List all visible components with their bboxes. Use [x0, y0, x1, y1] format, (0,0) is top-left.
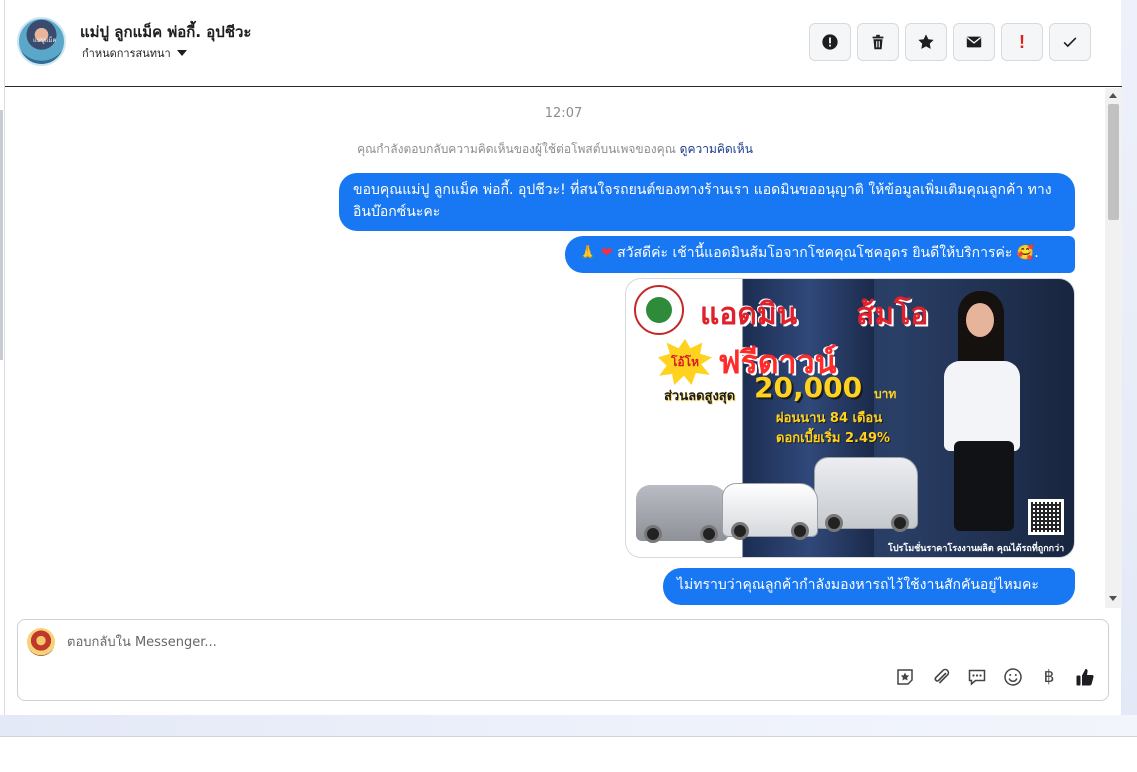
avatar-label: แม่ปูแม็ค	[33, 37, 57, 44]
paperclip-icon	[934, 668, 950, 684]
message-list[interactable]: 12:07 คุณกำลังตอบกลับความคิดเห็นของผู้ใช…	[5, 88, 1122, 608]
promo-interest: ดอกเบี้ยเริ่ม 2.49%	[776, 431, 891, 446]
reply-notice: คุณกำลังตอบกลับความคิดเห็นของผู้ใช้ต่อโพ…	[5, 140, 1105, 159]
emoji-icon	[1004, 668, 1022, 686]
promo-person-graphic	[926, 291, 1036, 541]
star-button[interactable]	[905, 23, 947, 61]
sticker-star-icon	[897, 669, 913, 685]
promo-currency: บาท	[874, 387, 897, 401]
message-bubble[interactable]: 🙏 ❤ สวัสดีค่ะ เช้านี้แอดมินส้มโอจากโชคคุ…	[565, 236, 1075, 273]
attach-button[interactable]	[930, 666, 952, 688]
check-icon	[1063, 37, 1077, 48]
heart-emoji: ❤	[600, 245, 613, 261]
saved-replies-button[interactable]	[966, 666, 988, 688]
mark-done-button[interactable]	[1049, 23, 1091, 61]
contact-name[interactable]: แม่ปู ลูกแม็ค พ่อกี้. อุปชีวะ	[80, 20, 251, 44]
reply-input[interactable]	[67, 633, 767, 651]
reply-composer: ฿	[17, 619, 1109, 701]
promo-title-right: ส้มโอ	[856, 297, 929, 332]
promo-amount: 20,000	[754, 371, 863, 404]
assign-conversation-dropdown[interactable]: กำหนดการสนทนา	[82, 44, 187, 62]
caret-down-icon	[176, 50, 187, 56]
scroll-up-arrow[interactable]	[1109, 93, 1117, 98]
message-text: ไม่ทราบว่าคุณลูกค้ากำลังมองหารถไว้ใช้งาน…	[677, 577, 1039, 593]
conversation-panel: แม่ปูแม็ค แม่ปู ลูกแม็ค พ่อกี้. อุปชีวะ …	[4, 0, 1122, 715]
trash-icon	[872, 34, 884, 50]
promo-installment: ผ่อนนาน 84 เดือน	[776, 411, 883, 426]
sticker-button[interactable]	[894, 666, 916, 688]
window-edge	[0, 110, 3, 360]
page-avatar	[27, 628, 55, 656]
promo-image-attachment[interactable]: แอดมิน ส้มโอ โอ้โห ฟรีดาวน์ ส่วนลดสูงสุด…	[625, 278, 1075, 558]
like-button[interactable]	[1074, 666, 1096, 688]
scrollbar-thumb[interactable]	[1108, 104, 1119, 220]
promo-title-left: แอดมิน	[700, 297, 798, 332]
exclamation-icon: !	[1019, 31, 1025, 52]
message-text: ขอบคุณแม่ปู ลูกแม็ค พ่อกี้. อุปชีวะ! ที่…	[353, 182, 1052, 220]
spam-icon	[822, 34, 838, 50]
mail-icon	[966, 36, 982, 48]
qr-code	[1028, 499, 1064, 535]
emoji-button[interactable]	[1002, 666, 1024, 688]
truck-graphic	[814, 457, 918, 532]
delete-button[interactable]	[857, 23, 899, 61]
promo-discount-label: ส่วนลดสูงสุด	[664, 389, 736, 404]
baht-icon: ฿	[1043, 667, 1055, 687]
dealer-logo	[634, 285, 684, 335]
notice-text: คุณกำลังตอบกลับความคิดเห็นของผู้ใช้ต่อโพ…	[357, 142, 676, 156]
promo-footer: โปรโมชั่นราคาโรงงานผลิต คุณได้รถที่ถูกกว…	[888, 544, 1065, 554]
conversation-header: แม่ปูแม็ค แม่ปู ลูกแม็ค พ่อกี้. อุปชีวะ …	[5, 0, 1122, 87]
thumbs-up-icon	[1076, 669, 1094, 686]
mark-unread-button[interactable]	[953, 23, 995, 61]
follow-up-button[interactable]: !	[1001, 23, 1043, 61]
saved-reply-icon	[968, 669, 986, 686]
pray-emoji: 🙏	[579, 245, 597, 261]
star-icon	[918, 34, 934, 49]
message-timestamp: 12:07	[544, 106, 583, 121]
pickup-graphic	[722, 483, 818, 540]
message-text: สวัสดีค่ะ เช้านี้แอดมินส้มโอจากโชคคุณโชค…	[617, 245, 1039, 261]
avatar[interactable]: แม่ปูแม็ค	[17, 17, 66, 66]
car-graphic	[636, 485, 728, 543]
composer-tools: ฿	[894, 666, 1096, 688]
mark-spam-button[interactable]	[809, 23, 851, 61]
view-comment-link[interactable]: ดูความคิดเห็น	[680, 142, 753, 156]
promo-burst: โอ้โห	[658, 339, 712, 385]
message-bubble[interactable]: ขอบคุณแม่ปู ลูกแม็ค พ่อกี้. อุปชีวะ! ที่…	[339, 173, 1075, 231]
message-bubble[interactable]: ไม่ทราบว่าคุณลูกค้ากำลังมองหารถไว้ใช้งาน…	[663, 568, 1075, 605]
header-actions: !	[809, 23, 1091, 61]
promo-burst-text: โอ้โห	[670, 354, 699, 369]
payment-button[interactable]: ฿	[1038, 666, 1060, 688]
assign-label: กำหนดการสนทนา	[82, 47, 171, 60]
scroll-down-arrow[interactable]	[1109, 596, 1117, 601]
